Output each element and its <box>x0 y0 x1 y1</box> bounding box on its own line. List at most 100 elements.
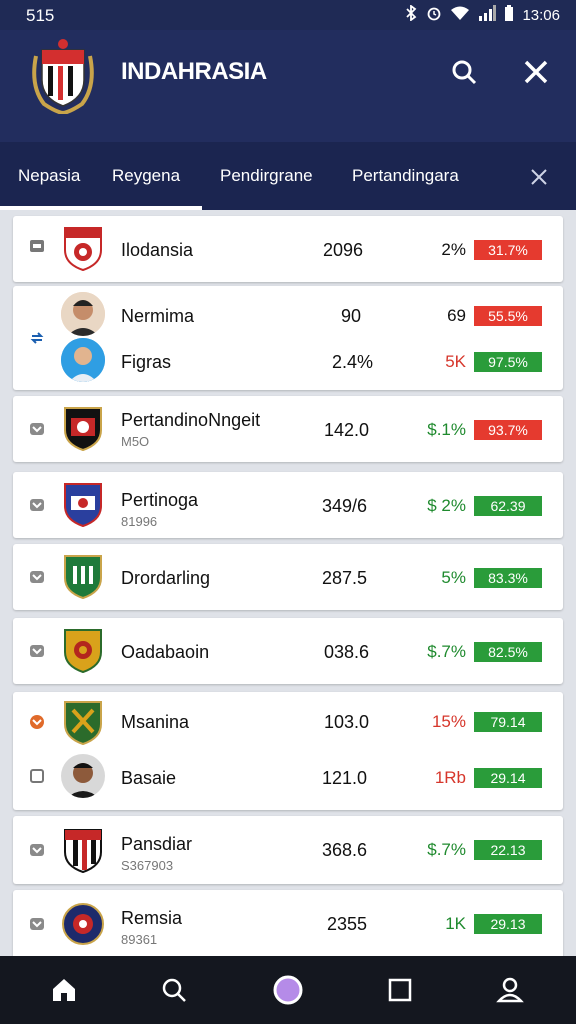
bluetooth-icon <box>404 4 418 25</box>
team-badge: 79.14 <box>474 712 542 732</box>
close-icon <box>524 60 548 84</box>
list-item[interactable]: Oadabaoin 038.6 $.7% 82.5% <box>13 618 563 684</box>
list-card: Remsia 89361 2355 1K 29.13 <box>13 890 563 956</box>
list-item[interactable]: Drordarling 287.5 5% 83.3% <box>13 544 563 610</box>
list-item[interactable]: Pertinoga 81996 349/6 $ 2% 62.39 <box>13 472 563 538</box>
team-name: Ilodansia <box>121 240 194 260</box>
team-subtitle: M5O <box>121 434 150 449</box>
list-item[interactable]: Nermima 90 69 55.5% <box>13 286 563 338</box>
team-badge: 31.7% <box>474 240 542 260</box>
list-card: Ilodansia 2096 2% 31.7% <box>13 216 563 282</box>
signal-icon <box>478 5 497 25</box>
team-percent: $ 2% <box>427 496 466 515</box>
team-value: 2355 <box>326 914 367 934</box>
team-crest-icon <box>64 555 102 600</box>
status-left-text: 515 <box>26 6 55 25</box>
list-item[interactable]: Ilodansia 2096 2% 31.7% <box>13 216 563 282</box>
player-badge: 29.14 <box>474 768 542 788</box>
tab-reygena[interactable]: Reygena <box>112 166 180 186</box>
status-bar: 515 13:06 <box>0 0 576 30</box>
team-crest-icon <box>62 903 104 945</box>
team-value: 2096 <box>322 240 363 260</box>
square-icon <box>388 978 412 1002</box>
list-item[interactable]: PertandinoNngeit M5O 142.0 $.1% 93.7% <box>13 396 563 462</box>
status-time: 13:06 <box>522 6 560 24</box>
app-header: INDAHRASIA <box>0 30 576 142</box>
nav-home-button[interactable] <box>44 970 84 1010</box>
chevron-down-icon <box>30 645 44 657</box>
list-item[interactable]: Pansdiar S367903 368.6 $.7% 22.13 <box>13 816 563 884</box>
list-item-icon <box>30 769 44 783</box>
team-crest-icon <box>64 701 102 746</box>
profile-icon <box>496 977 524 1003</box>
team-crest-icon <box>64 629 102 674</box>
player-value: 2.4% <box>331 352 373 372</box>
team-name: PertandinoNngeit <box>121 410 261 430</box>
tab-nepasia[interactable]: Nepasia <box>18 166 80 186</box>
team-badge: 62.39 <box>474 496 542 516</box>
app-logo-crest-icon <box>26 36 100 116</box>
list-item[interactable]: Figras 2.4% 5K 97.5% <box>13 338 563 390</box>
nav-record-button[interactable] <box>268 970 308 1010</box>
team-value: 368.6 <box>321 840 367 860</box>
tab-pendirgrane[interactable]: Pendirgrane <box>220 166 313 186</box>
list-card: PertandinoNngeit M5O 142.0 $.1% 93.7% <box>13 396 563 462</box>
player-name: Basaie <box>121 768 177 788</box>
list-item[interactable]: Remsia 89361 2355 1K 29.13 <box>13 890 563 956</box>
app-title: INDAHRASIA <box>121 58 267 85</box>
list-card: Oadabaoin 038.6 $.7% 82.5% <box>13 618 563 684</box>
player-badge: 55.5% <box>474 306 542 326</box>
team-percent: 1K <box>445 914 466 933</box>
list-item[interactable]: Basaie 121.0 1Rb 29.14 <box>13 750 563 810</box>
nav-square-button[interactable] <box>380 970 420 1010</box>
team-crest-icon <box>64 407 102 452</box>
team-crest-icon <box>64 483 102 528</box>
battery-icon <box>504 5 514 25</box>
team-percent: $.7% <box>427 642 466 661</box>
nav-search-button[interactable] <box>154 970 194 1010</box>
list-card: Pertinoga 81996 349/6 $ 2% 62.39 <box>13 472 563 538</box>
header-close-button[interactable] <box>518 54 554 90</box>
standings-list: Ilodansia 2096 2% 31.7% Nermima 90 69 55… <box>0 210 576 956</box>
nav-profile-button[interactable] <box>490 970 530 1010</box>
tab-bar: Nepasia Reygena Pendirgrane Pertandingar… <box>0 142 576 210</box>
team-badge: 29.13 <box>474 914 542 934</box>
record-icon <box>273 975 303 1005</box>
team-badge: 83.3% <box>474 568 542 588</box>
player-value: 90 <box>340 306 361 326</box>
team-name: Msanina <box>121 712 190 732</box>
team-badge: 22.13 <box>474 840 542 860</box>
chevron-down-icon <box>30 844 44 856</box>
search-icon <box>452 60 477 85</box>
header-search-button[interactable] <box>446 54 482 90</box>
alarm-icon <box>426 5 442 25</box>
team-name: Pansdiar <box>121 834 193 854</box>
player-value: 121.0 <box>321 768 367 788</box>
list-card: Pansdiar S367903 368.6 $.7% 22.13 <box>13 816 563 884</box>
team-subtitle: 81996 <box>121 514 158 529</box>
home-icon <box>53 979 75 1001</box>
close-icon <box>531 169 547 185</box>
tab-close-button[interactable] <box>524 162 554 192</box>
team-badge: 82.5% <box>474 642 542 662</box>
team-name: Oadabaoin <box>121 642 210 662</box>
chevron-down-icon <box>30 423 44 435</box>
chevron-down-icon <box>30 918 44 930</box>
team-crest-icon <box>64 227 102 272</box>
team-value: 287.5 <box>321 568 367 588</box>
team-percent: 15% <box>431 712 466 731</box>
bottom-navigation <box>0 956 576 1024</box>
player-percent: 69 <box>447 306 466 325</box>
player-name: Nermima <box>121 306 195 326</box>
team-name: Drordarling <box>121 568 211 588</box>
team-value: 038.6 <box>323 642 369 662</box>
team-crest-icon <box>64 829 102 874</box>
player-avatar <box>61 292 105 336</box>
team-value: 103.0 <box>323 712 369 732</box>
wifi-icon <box>450 5 470 25</box>
tab-pertandingara[interactable]: Pertandingara <box>352 166 459 186</box>
team-percent: $.1% <box>427 420 466 439</box>
search-icon <box>162 978 186 1002</box>
team-percent: 5% <box>441 568 466 587</box>
list-item[interactable]: Msanina 103.0 15% 79.14 <box>13 692 563 750</box>
